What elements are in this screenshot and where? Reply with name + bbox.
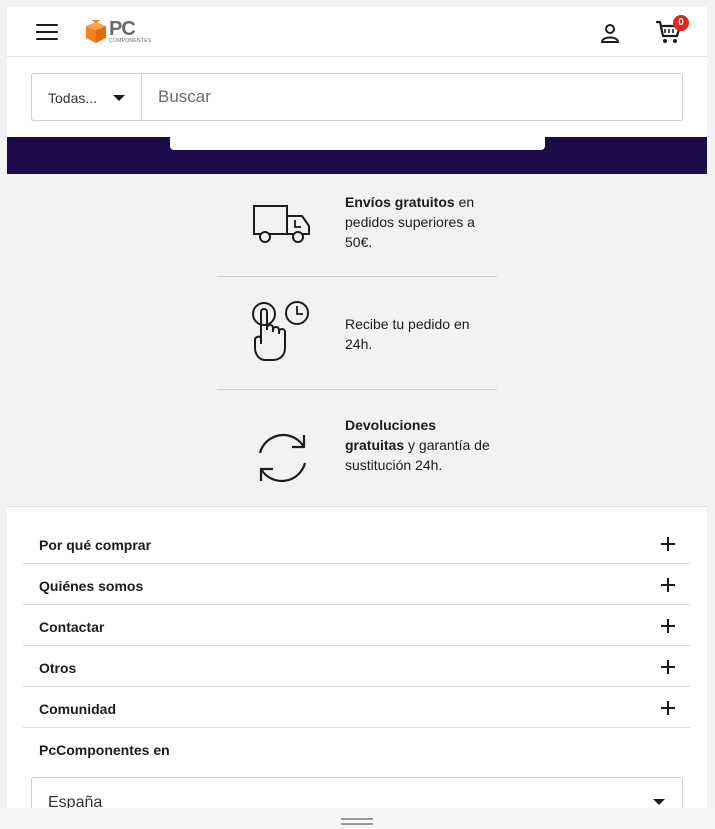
accordion-label: Quiénes somos xyxy=(39,578,144,594)
logo-subtext: COMPONENTES xyxy=(109,38,152,44)
plus-icon xyxy=(661,537,675,551)
drag-handle-icon[interactable] xyxy=(341,818,373,826)
search-bar: Todas... xyxy=(31,73,683,121)
page: PC COMPONENTES 0 Todas... Buscar Envíos … xyxy=(7,7,707,829)
features-section: Envíos gratuitos en pedidos superiores a… xyxy=(7,174,707,507)
feature-shipping-bold: Envíos gratuitos xyxy=(345,194,455,210)
accordion-label: Comunidad xyxy=(39,701,116,717)
category-select[interactable]: Todas... xyxy=(31,73,142,121)
feature-delivery: Recibe tu pedido en 24h. xyxy=(217,298,497,368)
feature-returns: Devoluciones gratuitas y garantía de sus… xyxy=(217,415,497,497)
logo[interactable]: PC COMPONENTES xyxy=(85,18,165,46)
tap-clock-icon xyxy=(251,298,313,361)
accordion-item-por-que-comprar[interactable]: Por qué comprar xyxy=(23,523,691,564)
cart-count-badge: 0 xyxy=(673,15,689,31)
plus-icon xyxy=(661,619,675,633)
truck-icon xyxy=(251,196,313,258)
feature-delivery-detail: Recibe tu pedido en 24h. xyxy=(345,316,470,352)
plus-icon xyxy=(661,578,675,592)
caret-down-icon xyxy=(113,95,125,101)
country-section-title: PcComponentes en xyxy=(39,742,170,758)
feature-returns-text: Devoluciones gratuitas y garantía de sus… xyxy=(345,415,495,475)
banner-card xyxy=(170,137,545,150)
feature-delivery-text: Recibe tu pedido en 24h. xyxy=(345,314,495,354)
accordion-label: Por qué comprar xyxy=(39,537,152,553)
refresh-icon xyxy=(251,427,313,489)
divider xyxy=(217,276,497,277)
logo-text: PC xyxy=(109,18,136,40)
plus-icon xyxy=(661,701,675,715)
footer-accordion: Por qué comprar Quiénes somos Contactar … xyxy=(23,523,691,728)
accordion-item-quienes-somos[interactable]: Quiénes somos xyxy=(23,564,691,605)
user-icon[interactable] xyxy=(599,22,621,44)
hamburger-icon[interactable] xyxy=(36,23,58,41)
accordion-label: Otros xyxy=(39,660,77,676)
top-bar: PC COMPONENTES 0 xyxy=(7,7,707,57)
feature-shipping: Envíos gratuitos en pedidos superiores a… xyxy=(217,192,497,254)
search-input[interactable] xyxy=(141,73,683,121)
accordion-label: Contactar xyxy=(39,619,105,635)
caret-down-icon xyxy=(653,799,665,805)
accordion-item-otros[interactable]: Otros xyxy=(23,646,691,687)
divider xyxy=(217,389,497,390)
plus-icon xyxy=(661,660,675,674)
accordion-item-comunidad[interactable]: Comunidad xyxy=(23,687,691,728)
feature-shipping-text: Envíos gratuitos en pedidos superiores a… xyxy=(345,192,495,252)
category-select-label: Todas... xyxy=(48,90,98,106)
logo-cube-icon xyxy=(86,20,106,43)
accordion-item-contactar[interactable]: Contactar xyxy=(23,605,691,646)
